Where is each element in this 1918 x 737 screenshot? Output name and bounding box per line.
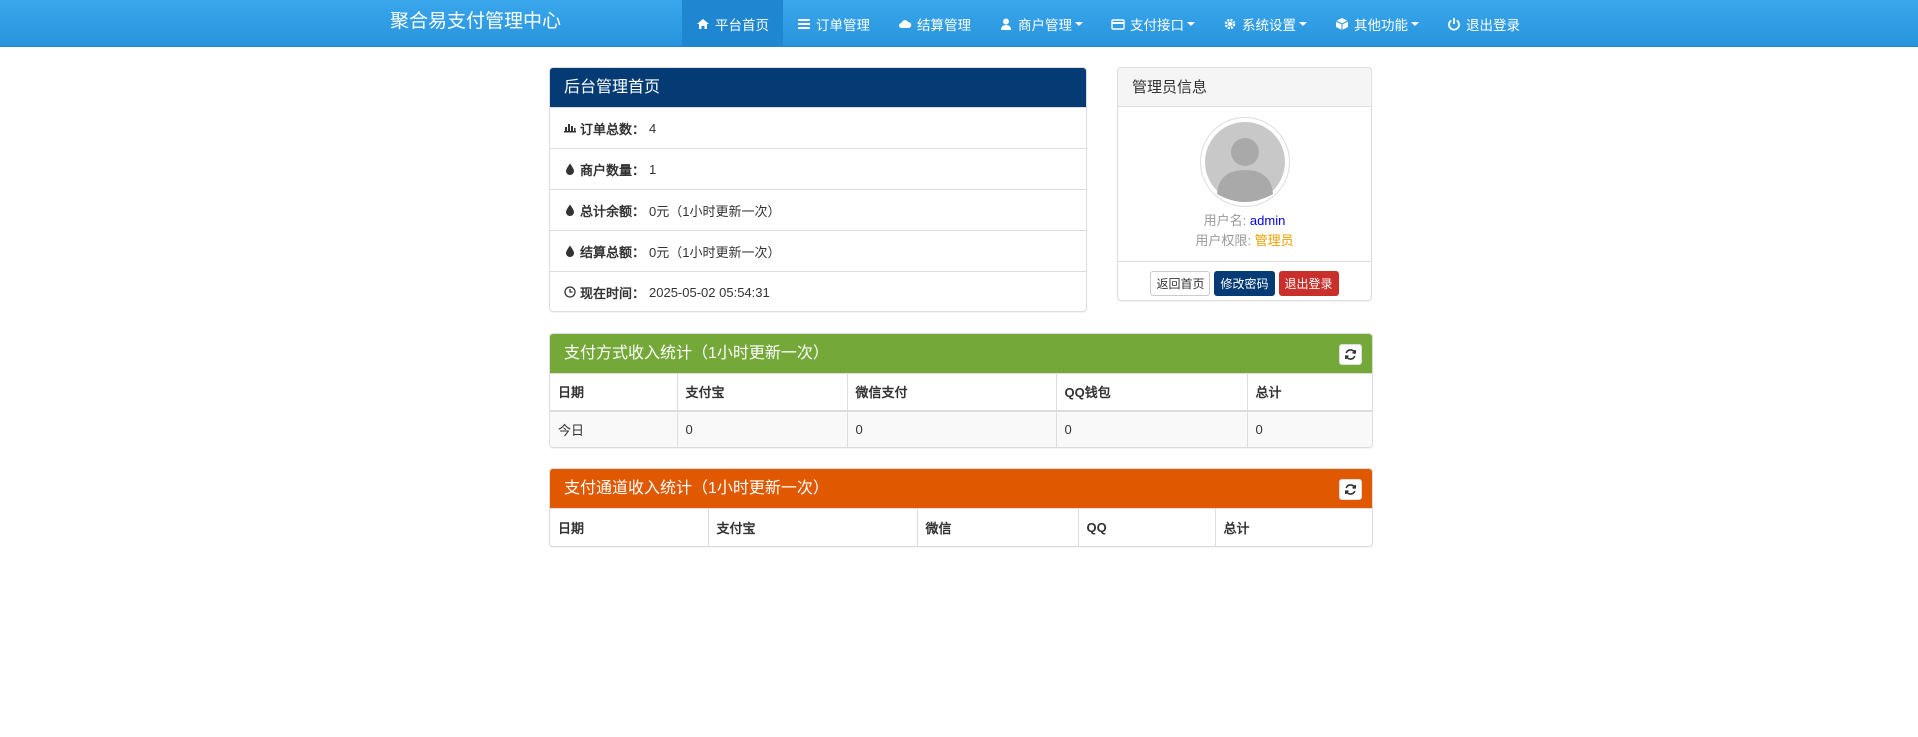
home-icon xyxy=(697,18,709,29)
stat-label: 订单总数： xyxy=(580,121,646,137)
list-icon xyxy=(798,18,810,29)
payment-channel-stats-table: 日期 支付宝 微信 QQ 总计 xyxy=(550,508,1372,546)
logout-button[interactable]: 退出登录 xyxy=(1278,271,1339,296)
col-total: 总计 xyxy=(1247,373,1372,412)
nav-merchants[interactable]: 商户管理 xyxy=(985,0,1097,47)
stat-total-balance: 总计余额： 0元（1小时更新一次） xyxy=(550,189,1086,230)
col-alipay: 支付宝 xyxy=(708,508,918,546)
cell-date: 今日 xyxy=(550,410,678,447)
stat-value: 1 xyxy=(649,161,657,177)
nav-other-functions[interactable]: 其他功能 xyxy=(1321,0,1433,47)
table-row: 今日 0 0 0 0 xyxy=(550,410,1372,447)
stat-label: 现在时间： xyxy=(580,285,646,301)
nav-label: 退出登录 xyxy=(1466,17,1520,33)
role-label: 用户权限: xyxy=(1195,233,1251,248)
power-icon xyxy=(1448,17,1460,31)
refresh-icon xyxy=(1345,484,1356,495)
stat-label: 结算总额： xyxy=(580,244,646,260)
stat-label: 商户数量： xyxy=(580,162,646,178)
nav-label: 平台首页 xyxy=(715,17,769,33)
cell-alipay: 0 xyxy=(677,410,848,447)
nav-label: 订单管理 xyxy=(816,17,870,33)
cloud-icon xyxy=(899,19,912,28)
payment-method-stats-panel: 支付方式收入统计（1小时更新一次） 日期 支付宝 微信支付 QQ钱包 总计 今日… xyxy=(549,333,1373,448)
gear-icon xyxy=(1224,18,1236,29)
chevron-down-icon xyxy=(1299,21,1307,26)
nav-payment-api[interactable]: 支付接口 xyxy=(1097,0,1209,47)
cell-qq-wallet: 0 xyxy=(1056,410,1248,447)
nav-label: 系统设置 xyxy=(1242,17,1296,33)
cell-total: 0 xyxy=(1247,410,1372,447)
admin-info-panel: 管理员信息 用户名: admin 用户权限: 管理员 返回首页 修改密码 退出登… xyxy=(1117,67,1372,301)
chevron-down-icon xyxy=(1187,21,1195,26)
stat-value: 2025-05-02 05:54:31 xyxy=(649,284,770,300)
admin-actions: 返回首页 修改密码 退出登录 xyxy=(1118,261,1371,300)
table-header-row: 日期 支付宝 微信 QQ 总计 xyxy=(550,508,1372,546)
admin-info-title: 管理员信息 xyxy=(1118,68,1371,107)
user-icon xyxy=(1001,18,1011,30)
drop-icon xyxy=(566,245,574,257)
back-home-button[interactable]: 返回首页 xyxy=(1150,271,1211,296)
panel-title-text: 支付方式收入统计（1小时更新一次） xyxy=(564,345,829,362)
stat-order-count: 订单总数： 4 xyxy=(550,107,1086,148)
role-line: 用户权限: 管理员 xyxy=(1118,231,1371,251)
nav-settlement[interactable]: 结算管理 xyxy=(884,0,985,47)
col-wechat: 微信 xyxy=(917,508,1079,546)
col-date: 日期 xyxy=(550,508,709,546)
refresh-button[interactable] xyxy=(1339,344,1362,365)
col-wechat: 微信支付 xyxy=(847,373,1057,412)
credit-card-icon xyxy=(1111,18,1125,30)
col-total: 总计 xyxy=(1215,508,1372,546)
cell-wechat: 0 xyxy=(847,410,1057,447)
overview-title: 后台管理首页 xyxy=(550,68,1086,107)
col-date: 日期 xyxy=(550,373,678,412)
username-line: 用户名: admin xyxy=(1118,211,1371,231)
stat-settlement-total: 结算总额： 0元（1小时更新一次） xyxy=(550,230,1086,271)
nav-label: 商户管理 xyxy=(1018,17,1072,33)
nav-system-settings[interactable]: 系统设置 xyxy=(1209,0,1321,47)
col-alipay: 支付宝 xyxy=(677,373,848,412)
role-value: 管理员 xyxy=(1254,233,1294,248)
nav-logout[interactable]: 退出登录 xyxy=(1433,0,1534,47)
stat-value: 4 xyxy=(649,120,657,136)
stat-value: 0元（1小时更新一次） xyxy=(649,244,781,260)
drop-icon xyxy=(566,163,574,175)
payment-method-stats-title: 支付方式收入统计（1小时更新一次） xyxy=(550,334,1372,373)
drop-icon xyxy=(566,204,574,216)
nav-home[interactable]: 平台首页 xyxy=(682,0,783,47)
brand-title[interactable]: 聚合易支付管理中心 xyxy=(390,0,561,47)
change-password-button[interactable]: 修改密码 xyxy=(1214,271,1275,296)
chevron-down-icon xyxy=(1075,21,1083,26)
table-header-row: 日期 支付宝 微信支付 QQ钱包 总计 xyxy=(550,373,1372,412)
chevron-down-icon xyxy=(1411,21,1419,26)
nav-orders[interactable]: 订单管理 xyxy=(783,0,884,47)
payment-channel-stats-title: 支付通道收入统计（1小时更新一次） xyxy=(550,469,1372,508)
refresh-icon xyxy=(1345,349,1356,360)
avatar-placeholder-icon xyxy=(1204,122,1285,202)
stat-label: 总计余额： xyxy=(580,203,646,219)
panel-title-text: 支付通道收入统计（1小时更新一次） xyxy=(564,480,829,497)
payment-method-stats-table: 日期 支付宝 微信支付 QQ钱包 总计 今日 0 0 0 0 xyxy=(550,373,1372,447)
col-qq-wallet: QQ钱包 xyxy=(1056,373,1248,412)
refresh-button[interactable] xyxy=(1339,479,1362,500)
stat-current-time: 现在时间： 2025-05-02 05:54:31 xyxy=(550,271,1086,311)
overview-panel: 后台管理首页 订单总数： 4 商户数量： 1 总计余额： 0元（1小时更新一次）… xyxy=(549,67,1087,312)
nav-label: 结算管理 xyxy=(917,17,971,33)
stat-merchant-count: 商户数量： 1 xyxy=(550,148,1086,189)
main-nav: 平台首页 订单管理 结算管理 商户管理 支付接口 系统设置 其他功能 退出登录 xyxy=(682,0,1534,47)
avatar xyxy=(1199,117,1290,207)
top-navbar: 聚合易支付管理中心 平台首页 订单管理 结算管理 商户管理 支付接口 系统设置 xyxy=(0,0,1918,47)
nav-label: 其他功能 xyxy=(1354,17,1408,33)
cube-icon xyxy=(1335,17,1349,30)
username-value: admin xyxy=(1249,213,1286,228)
clock-icon xyxy=(564,286,576,298)
col-qq: QQ xyxy=(1078,508,1216,546)
bar-chart-icon xyxy=(564,124,576,133)
nav-label: 支付接口 xyxy=(1130,17,1184,33)
username-label: 用户名: xyxy=(1203,213,1247,228)
payment-channel-stats-panel: 支付通道收入统计（1小时更新一次） 日期 支付宝 微信 QQ 总计 xyxy=(549,468,1373,547)
stat-value: 0元（1小时更新一次） xyxy=(649,203,781,219)
